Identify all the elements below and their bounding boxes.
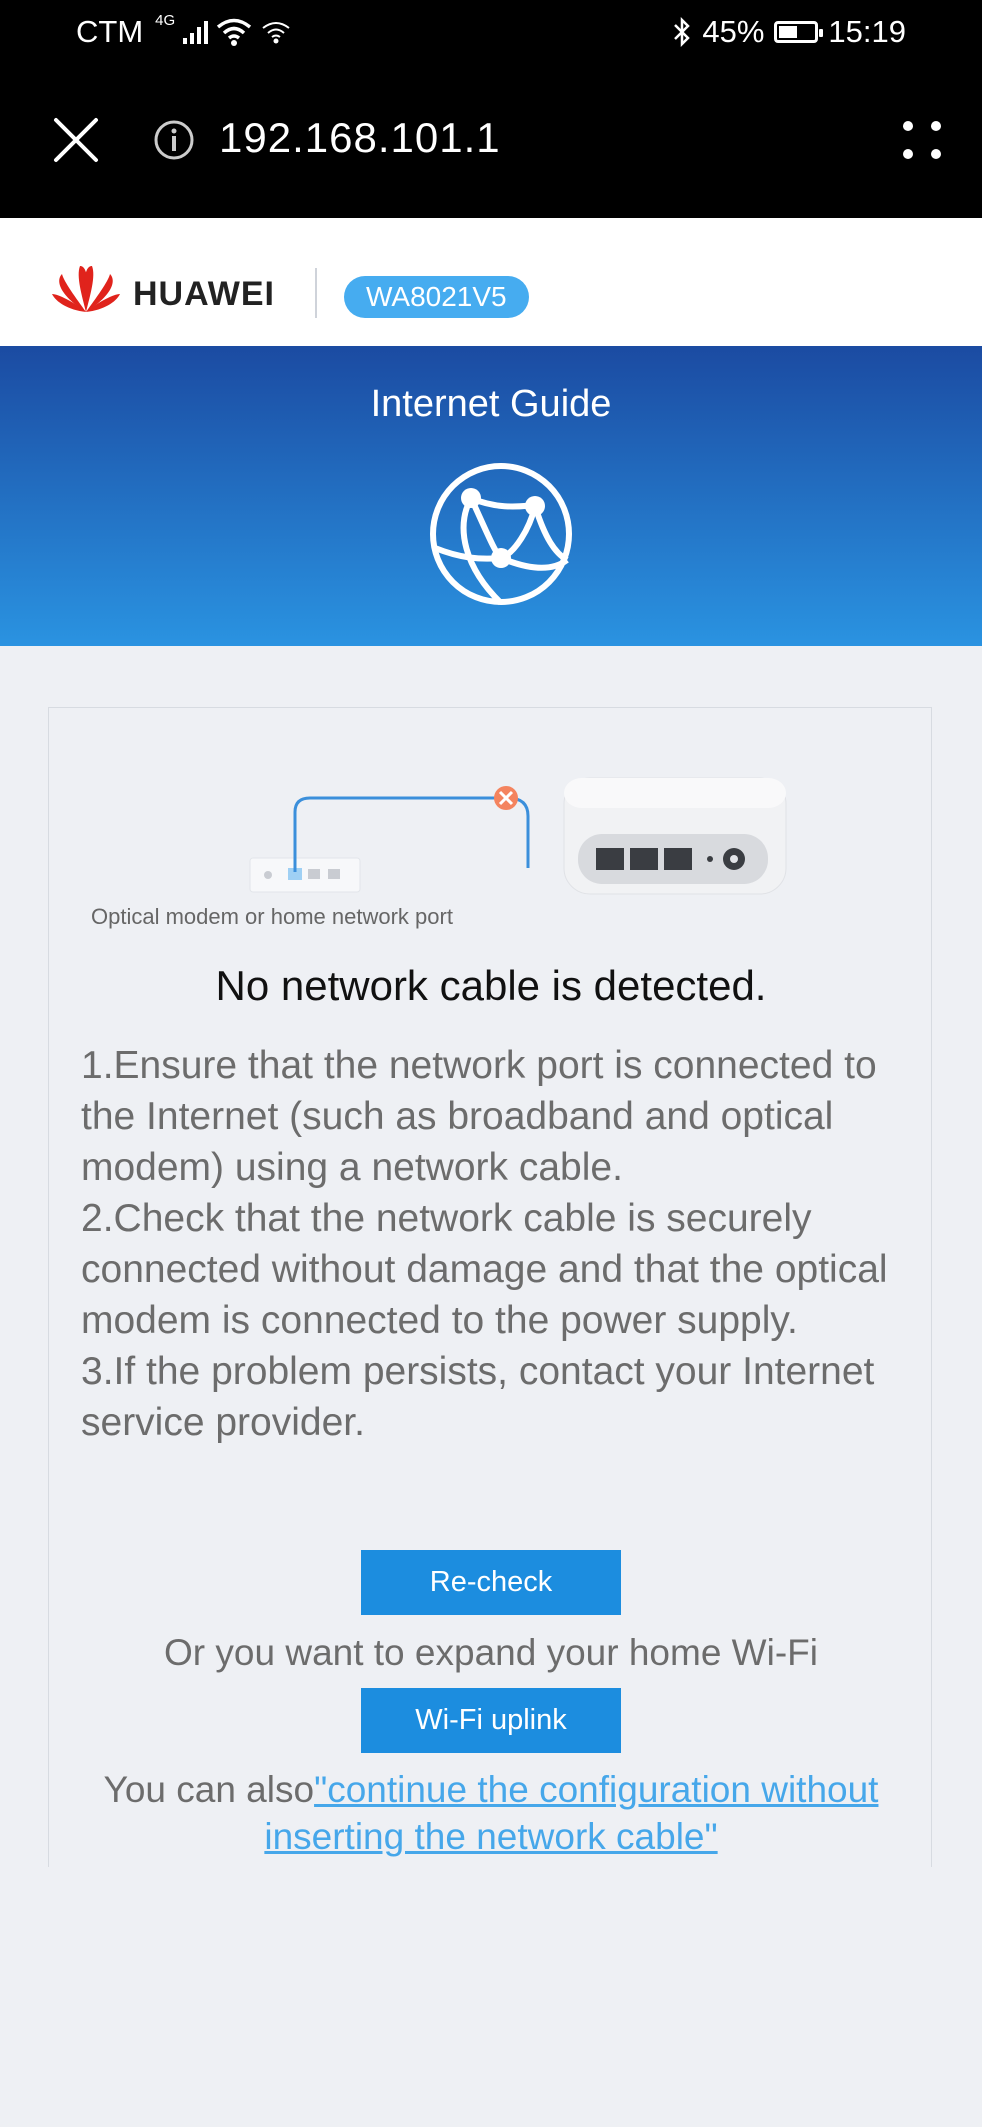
continue-without-cable-text: You can also"continue the configuration … bbox=[61, 1766, 921, 1860]
signal-icon bbox=[183, 20, 209, 44]
expand-wifi-text: Or you want to expand your home Wi-Fi bbox=[164, 1632, 818, 1673]
battery-percent: 45% bbox=[702, 14, 765, 49]
carrier-label: CTM bbox=[76, 14, 144, 49]
page-title: Internet Guide bbox=[370, 383, 612, 425]
recheck-button[interactable]: Re-check bbox=[361, 1550, 621, 1615]
info-icon[interactable] bbox=[153, 119, 195, 161]
instruction-item: 2.Check that the network cable is secure… bbox=[81, 1197, 888, 1342]
battery-icon bbox=[774, 21, 824, 43]
guide-card: Optical modem or home network port No ne… bbox=[48, 707, 932, 1867]
huawei-logo bbox=[52, 266, 120, 312]
url-field[interactable]: 192.168.101.1 bbox=[219, 114, 501, 162]
also-prefix: You can also bbox=[103, 1769, 315, 1810]
bluetooth-icon bbox=[674, 17, 691, 47]
error-headline: No network cable is detected. bbox=[215, 962, 767, 1009]
wifi-uplink-button[interactable]: Wi-Fi uplink bbox=[361, 1688, 621, 1753]
close-icon[interactable] bbox=[50, 114, 102, 166]
model-badge: WA8021V5 bbox=[344, 276, 529, 318]
instructions-list: 1.Ensure that the network port is connec… bbox=[81, 1040, 921, 1448]
wifi-hotspot-icon bbox=[262, 22, 290, 44]
browser-toolbar: 192.168.101.1 bbox=[0, 66, 982, 218]
page-header: HUAWEI WA8021V5 bbox=[0, 218, 982, 346]
menu-icon[interactable] bbox=[900, 118, 944, 162]
continue-without-cable-link[interactable]: "continue the configuration without inse… bbox=[264, 1769, 878, 1857]
status-right: 45% 15:19 bbox=[672, 14, 906, 50]
brand-name: HUAWEI bbox=[133, 275, 275, 313]
clock: 15:19 bbox=[828, 14, 906, 49]
network-type: 4G bbox=[155, 11, 176, 29]
illustration-caption: Optical modem or home network port bbox=[91, 904, 453, 929]
instruction-item: 3.If the problem persists, contact your … bbox=[81, 1350, 875, 1444]
status-bar: CTM 4G 45% 15:19 bbox=[0, 0, 982, 66]
wifi-icon bbox=[217, 18, 252, 46]
instruction-item: 1.Ensure that the network port is connec… bbox=[81, 1044, 877, 1189]
globe-icon bbox=[430, 463, 572, 606]
header-divider bbox=[315, 268, 317, 318]
hero-banner: Internet Guide bbox=[0, 346, 982, 646]
status-left: CTM 4G bbox=[76, 11, 292, 50]
